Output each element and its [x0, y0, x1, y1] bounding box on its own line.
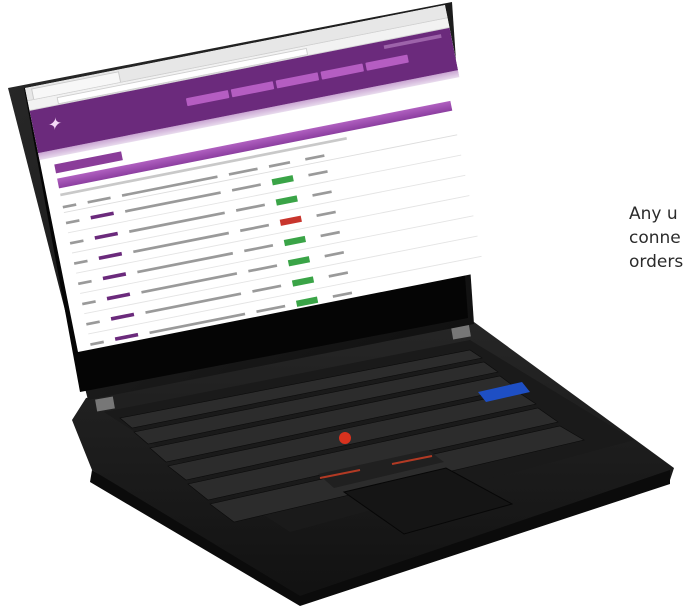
- caption-line: orders: [629, 252, 684, 272]
- nav-item: [320, 63, 365, 80]
- nav-item: [185, 90, 230, 107]
- status-badge: [291, 275, 315, 287]
- caption-line: Any u: [629, 204, 678, 224]
- nav-item: [275, 72, 320, 89]
- trackpoint: [339, 432, 351, 444]
- nav-item: [230, 81, 275, 98]
- status-badge: [275, 194, 298, 206]
- status-badge: [271, 174, 294, 185]
- status-badge: [295, 296, 319, 307]
- caption-line: conne: [629, 228, 681, 248]
- status-badge: [279, 215, 302, 226]
- nav-item: [365, 54, 409, 71]
- status-badge: [287, 255, 310, 266]
- site-logo: ✦: [44, 114, 63, 136]
- status-badge: [283, 235, 306, 246]
- caption: Any u conne orders: [629, 202, 683, 274]
